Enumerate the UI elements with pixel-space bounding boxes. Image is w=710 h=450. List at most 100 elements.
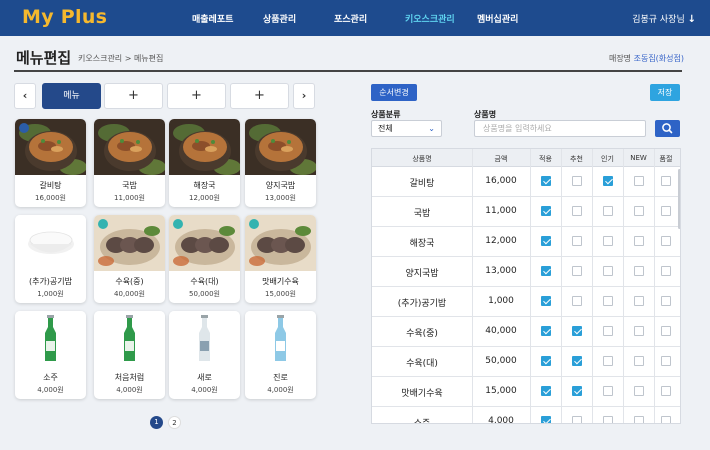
sold-out-checkbox[interactable] <box>661 266 671 276</box>
popular-checkbox[interactable] <box>603 266 613 276</box>
menu-card[interactable]: 국밥 11,000원 <box>94 119 165 207</box>
table-row[interactable]: (추가)공기밥 1,000 <box>372 287 680 317</box>
menu-card[interactable]: 맛배기수육 15,000원 <box>245 215 316 303</box>
header-price: 금액 <box>494 155 508 163</box>
nav-pos-management[interactable]: 포스관리 <box>334 12 367 25</box>
table-row[interactable]: 맛배기수육 15,000 <box>372 377 680 407</box>
apply-checkbox[interactable] <box>541 176 551 186</box>
menu-card[interactable]: 수육(대) 50,000원 <box>169 215 240 303</box>
title-divider <box>14 70 682 72</box>
menu-card-price: 11,000원 <box>114 194 145 202</box>
recommend-checkbox[interactable] <box>572 236 582 246</box>
prev-category-button[interactable]: ‹ <box>14 83 36 109</box>
menu-card[interactable]: 갈비탕 16,000원 <box>15 119 86 207</box>
popular-checkbox[interactable] <box>603 416 613 423</box>
table-row[interactable]: 수육(중) 40,000 <box>372 317 680 347</box>
add-category-tab[interactable]: + <box>104 83 163 109</box>
recommend-checkbox[interactable] <box>572 356 582 366</box>
menu-card-name: 양지국밥 <box>265 181 296 190</box>
menu-card[interactable]: 진로 4,000원 <box>245 311 316 399</box>
popular-checkbox[interactable] <box>603 206 613 216</box>
sold-out-checkbox[interactable] <box>661 296 671 306</box>
sold-out-checkbox[interactable] <box>661 176 671 186</box>
new-checkbox[interactable] <box>634 236 644 246</box>
table-row[interactable]: 국밥 11,000 <box>372 197 680 227</box>
sold-out-checkbox[interactable] <box>661 206 671 216</box>
apply-checkbox[interactable] <box>541 266 551 276</box>
table-row[interactable]: 소주 4,000 <box>372 407 680 423</box>
blue-bottle-icon <box>245 311 316 367</box>
popular-checkbox[interactable] <box>603 176 613 186</box>
menu-card[interactable]: 양지국밥 13,000원 <box>245 119 316 207</box>
sold-out-checkbox[interactable] <box>661 416 671 423</box>
popular-checkbox[interactable] <box>603 386 613 396</box>
recommend-checkbox[interactable] <box>572 266 582 276</box>
new-checkbox[interactable] <box>634 266 644 276</box>
add-category-tab[interactable]: + <box>230 83 289 109</box>
recommend-checkbox[interactable] <box>572 326 582 336</box>
recommend-checkbox[interactable] <box>572 296 582 306</box>
apply-checkbox[interactable] <box>541 236 551 246</box>
sold-out-checkbox[interactable] <box>661 236 671 246</box>
nav-membership-management[interactable]: 멤버십관리 <box>477 12 518 25</box>
menu-card-name: 갈비탕 <box>39 181 62 190</box>
recommend-checkbox[interactable] <box>572 416 582 423</box>
nav-sales-report[interactable]: 매출레포트 <box>192 12 233 25</box>
sold-out-checkbox[interactable] <box>661 386 671 396</box>
table-row[interactable]: 갈비탕 16,000 <box>372 167 680 197</box>
new-checkbox[interactable] <box>634 296 644 306</box>
store-name-link[interactable]: 조동집(화성점) <box>634 54 684 63</box>
recommend-checkbox[interactable] <box>572 386 582 396</box>
product-name-input[interactable]: 상품명을 입력하세요 <box>474 120 646 137</box>
menu-card[interactable]: 해장국 12,000원 <box>169 119 240 207</box>
popular-checkbox[interactable] <box>603 356 613 366</box>
new-checkbox[interactable] <box>634 176 644 186</box>
menu-table: 상품명 금액 적용 추천 인기 NEW 품절 갈비탕 16,000 국밥 11,000… <box>371 148 681 424</box>
recommend-checkbox[interactable] <box>572 206 582 216</box>
menu-card-name: 해장국 <box>193 181 216 190</box>
menu-card-name: 수육(대) <box>190 277 219 286</box>
recommend-checkbox[interactable] <box>572 176 582 186</box>
table-scrollbar[interactable] <box>678 169 680 229</box>
add-category-tab[interactable]: + <box>167 83 226 109</box>
menu-card[interactable]: 소주 4,000원 <box>15 311 86 399</box>
search-button[interactable] <box>655 120 680 137</box>
apply-checkbox[interactable] <box>541 326 551 336</box>
apply-checkbox[interactable] <box>541 356 551 366</box>
next-category-button[interactable]: › <box>293 83 315 109</box>
menu-card[interactable]: 새로 4,000원 <box>169 311 240 399</box>
popular-checkbox[interactable] <box>603 296 613 306</box>
new-checkbox[interactable] <box>634 416 644 423</box>
table-row[interactable]: 수육(대) 50,000 <box>372 347 680 377</box>
new-checkbox[interactable] <box>634 356 644 366</box>
popular-checkbox[interactable] <box>603 326 613 336</box>
apply-checkbox[interactable] <box>541 416 551 423</box>
menu-card[interactable]: 처음처럼 4,000원 <box>94 311 165 399</box>
page-2-button[interactable]: 2 <box>168 416 181 429</box>
sold-out-checkbox[interactable] <box>661 356 671 366</box>
category-select[interactable]: 전체 ⌄ <box>371 120 442 137</box>
user-menu[interactable]: 김봉규 사장님 ↓ <box>632 12 696 25</box>
table-row[interactable]: 해장국 12,000 <box>372 227 680 257</box>
new-checkbox[interactable] <box>634 386 644 396</box>
apply-checkbox[interactable] <box>541 386 551 396</box>
sold-out-checkbox[interactable] <box>661 326 671 336</box>
app-logo[interactable]: My Plus <box>22 6 107 28</box>
nav-kiosk-management[interactable]: 키오스크관리 <box>405 12 455 25</box>
popular-checkbox[interactable] <box>603 236 613 246</box>
new-checkbox[interactable] <box>634 206 644 216</box>
new-checkbox[interactable] <box>634 326 644 336</box>
nav-product-management[interactable]: 상품관리 <box>263 12 296 25</box>
recommend-badge <box>173 219 183 229</box>
save-button[interactable]: 저장 <box>650 84 680 101</box>
menu-card[interactable]: 수육(중) 40,000원 <box>94 215 165 303</box>
change-order-button[interactable]: 순서변경 <box>371 84 417 101</box>
apply-checkbox[interactable] <box>541 206 551 216</box>
menu-card[interactable]: (추가)공기밥 1,000원 <box>15 215 86 303</box>
category-tab-menu[interactable]: 메뉴 <box>42 83 101 109</box>
apply-checkbox[interactable] <box>541 296 551 306</box>
page-1-button[interactable]: 1 <box>150 416 163 429</box>
table-row[interactable]: 양지국밥 13,000 <box>372 257 680 287</box>
logout-arrow-icon[interactable]: ↓ <box>688 14 696 25</box>
category-select-value: 전체 <box>378 124 393 133</box>
